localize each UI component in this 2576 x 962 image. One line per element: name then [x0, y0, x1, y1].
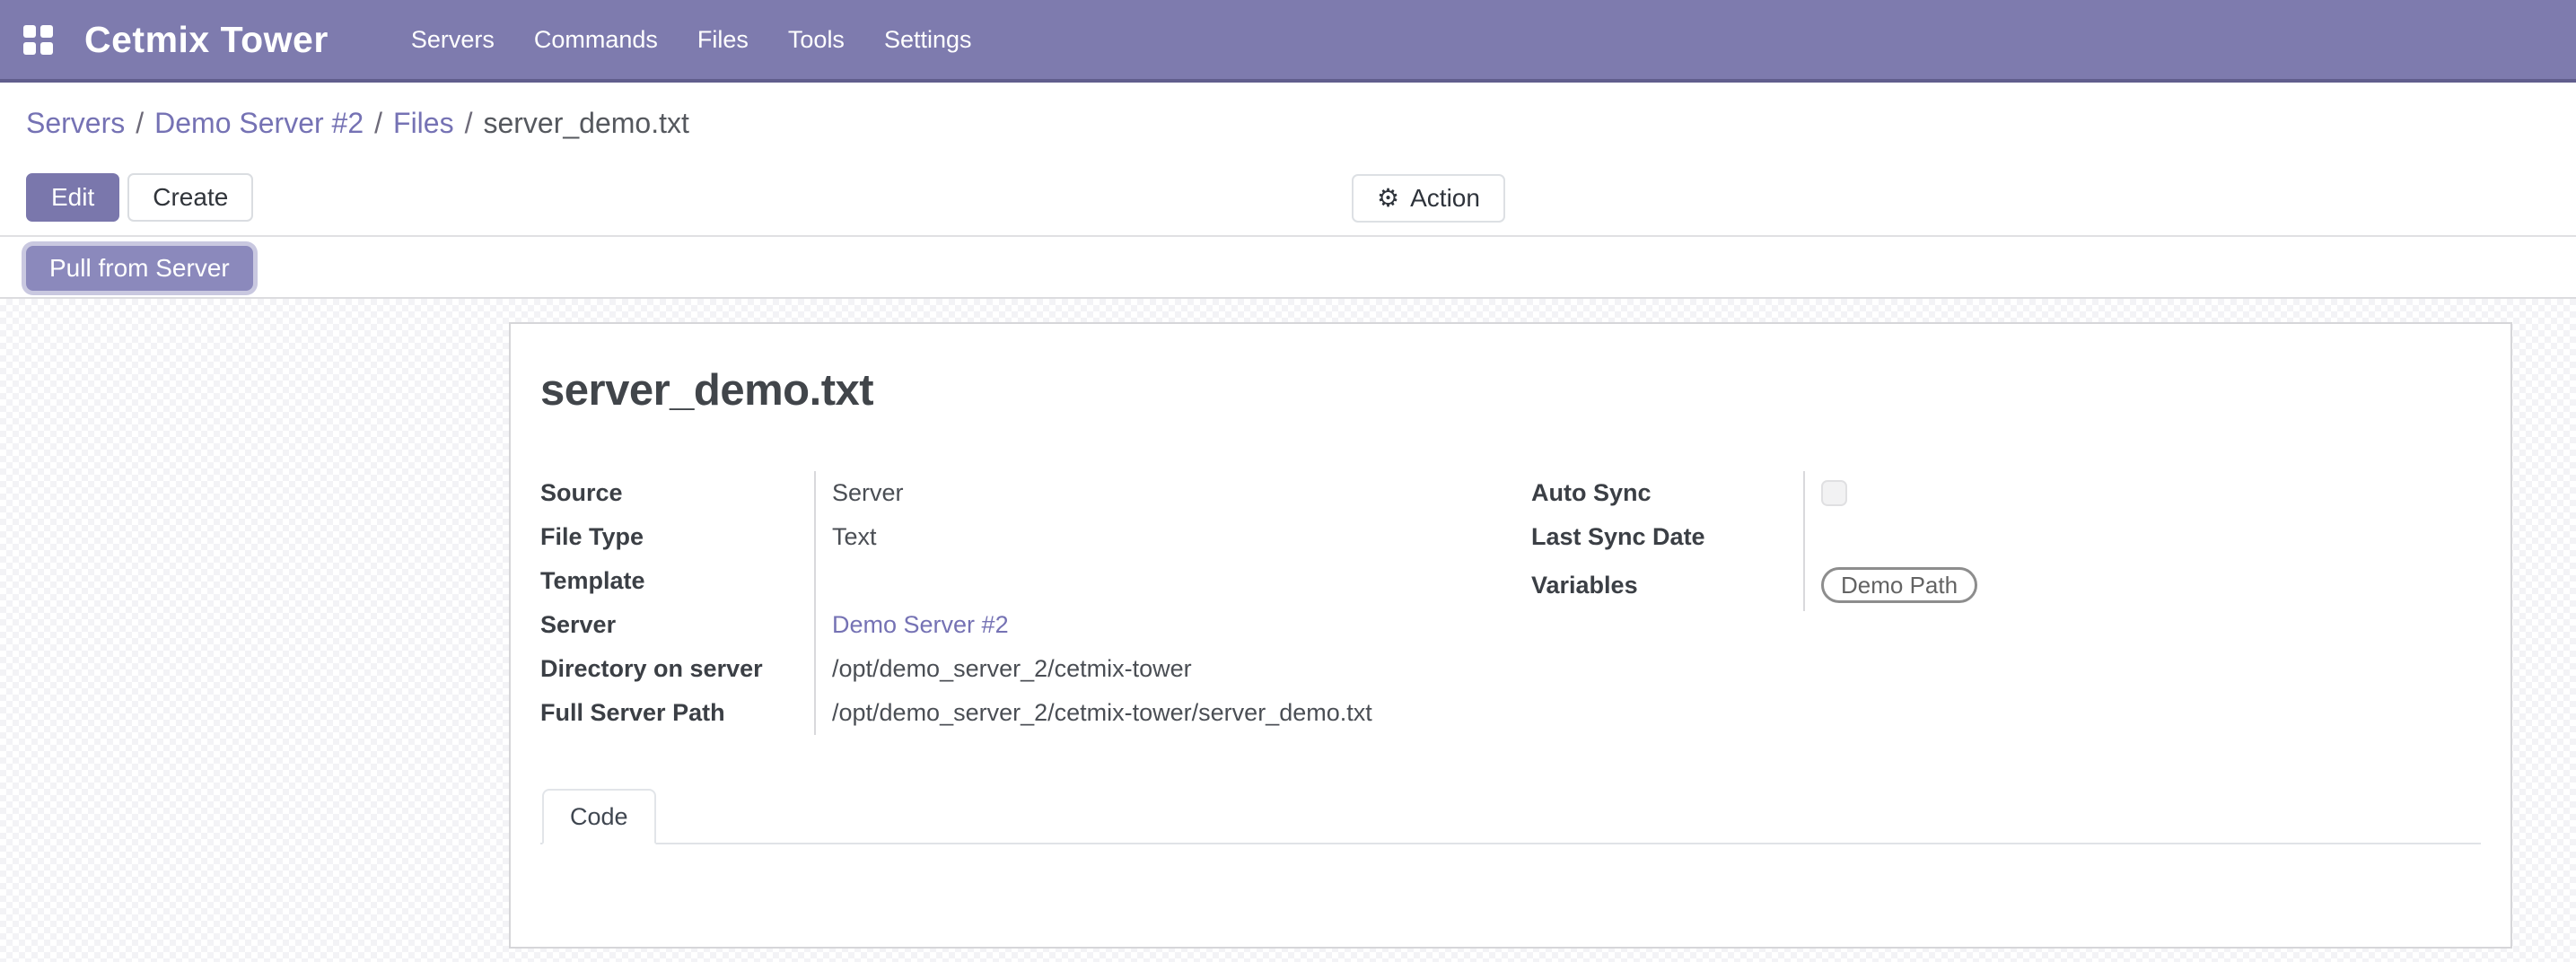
pull-from-server-button[interactable]: Pull from Server — [26, 246, 253, 291]
field-value-template — [814, 559, 1431, 603]
field-value-server: Demo Server #2 — [814, 603, 1431, 647]
field-groups: Source Server File Type Text Template Se… — [540, 471, 2481, 735]
form-sheet: server_demo.txt Source Server File Type … — [509, 322, 2512, 949]
brand-title: Cetmix Tower — [84, 19, 329, 61]
breadcrumb-link-demo-server-2[interactable]: Demo Server #2 — [154, 107, 364, 140]
field-label-file-type: File Type — [540, 515, 814, 559]
field-label-auto-sync: Auto Sync — [1531, 471, 1803, 515]
menu-item-files[interactable]: Files — [678, 13, 768, 66]
gear-icon: ⚙ — [1377, 186, 1399, 211]
field-label-source: Source — [540, 471, 814, 515]
top-navbar: Cetmix Tower Servers Commands Files Tool… — [0, 0, 2576, 83]
field-value-directory-on-server: /opt/demo_server_2/cetmix-tower — [814, 647, 1431, 691]
control-panel: Edit Create ⚙ Action — [0, 160, 2576, 237]
field-label-full-server-path: Full Server Path — [540, 691, 814, 735]
breadcrumb-link-files[interactable]: Files — [393, 107, 454, 140]
menu-item-tools[interactable]: Tools — [768, 13, 864, 66]
breadcrumb-row: Servers / Demo Server #2 / Files / serve… — [0, 86, 2576, 160]
variable-tag-demo-path[interactable]: Demo Path — [1821, 567, 1977, 603]
edit-button[interactable]: Edit — [26, 173, 119, 222]
field-label-directory-on-server: Directory on server — [540, 647, 814, 691]
tab-panel-code — [540, 844, 2481, 939]
field-group-left: Source Server File Type Text Template Se… — [540, 471, 1431, 735]
field-label-last-sync-date: Last Sync Date — [1531, 515, 1803, 559]
field-value-last-sync-date — [1803, 515, 2481, 559]
field-value-auto-sync — [1803, 471, 2481, 515]
field-group-right: Auto Sync Last Sync Date Variables Demo … — [1531, 471, 2481, 735]
notebook: Code — [540, 789, 2481, 939]
menu-item-settings[interactable]: Settings — [864, 13, 992, 66]
tab-code[interactable]: Code — [542, 789, 656, 844]
breadcrumb-link-servers[interactable]: Servers — [26, 107, 125, 140]
field-value-file-type: Text — [814, 515, 1431, 559]
action-button-label: Action — [1410, 184, 1480, 213]
apps-menu-button[interactable] — [11, 13, 65, 66]
menu-item-servers[interactable]: Servers — [391, 13, 514, 66]
main-menu: Servers Commands Files Tools Settings — [391, 13, 992, 66]
record-title: server_demo.txt — [540, 365, 2481, 415]
field-value-variables: Demo Path — [1803, 559, 2481, 611]
breadcrumb-separator: / — [364, 107, 393, 140]
statusbar: Pull from Server — [0, 239, 2576, 299]
field-label-server: Server — [540, 603, 814, 647]
action-button[interactable]: ⚙ Action — [1352, 174, 1505, 223]
auto-sync-checkbox[interactable] — [1821, 480, 1847, 506]
breadcrumb-separator: / — [454, 107, 484, 140]
field-label-template: Template — [540, 559, 814, 603]
field-value-source: Server — [814, 471, 1431, 515]
server-link[interactable]: Demo Server #2 — [832, 611, 1009, 639]
field-value-full-server-path: /opt/demo_server_2/cetmix-tower/server_d… — [814, 691, 1431, 735]
breadcrumb-current: server_demo.txt — [483, 107, 688, 140]
tab-header: Code — [540, 789, 2481, 844]
create-button[interactable]: Create — [127, 173, 253, 222]
field-label-variables: Variables — [1531, 559, 1803, 611]
menu-item-commands[interactable]: Commands — [514, 13, 678, 66]
form-view-background: server_demo.txt Source Server File Type … — [0, 299, 2576, 962]
breadcrumb: Servers / Demo Server #2 / Files / serve… — [26, 107, 689, 140]
apps-grid-icon — [23, 25, 53, 55]
breadcrumb-separator: / — [125, 107, 154, 140]
